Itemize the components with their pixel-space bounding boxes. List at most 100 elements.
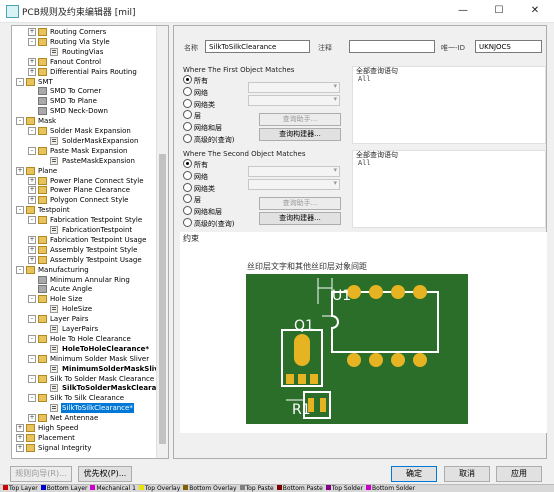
radio-circle-icon[interactable] xyxy=(183,86,192,96)
radio-label: 层 xyxy=(194,196,201,205)
folder-icon xyxy=(38,28,47,36)
tree-item-label: Polygon Connect Style xyxy=(50,196,129,205)
radio-label: 所有 xyxy=(194,77,208,85)
expand-icon[interactable]: + xyxy=(16,443,24,452)
rule-tree[interactable]: + Routing Corners - Routing Via Style Routin… xyxy=(11,25,169,459)
second-option-radio[interactable]: 网络类 xyxy=(183,182,215,193)
collapse-icon[interactable]: - xyxy=(28,374,36,383)
layer-color-swatch xyxy=(90,485,96,490)
second-option-radio[interactable]: 层 xyxy=(183,194,201,204)
rule-icon xyxy=(50,226,58,234)
expand-icon[interactable]: + xyxy=(28,67,36,76)
collapse-icon[interactable]: - xyxy=(16,117,24,126)
tree-scrollbar-thumb[interactable] xyxy=(159,154,166,444)
tree-item-label: Minimum Solder Mask Sliver xyxy=(50,354,150,363)
tree-item-label: Layer Pairs xyxy=(50,315,89,324)
radio-circle-icon[interactable] xyxy=(183,182,192,192)
radio-circle-icon[interactable] xyxy=(183,159,192,168)
radio-label: 网络类 xyxy=(194,184,215,193)
expand-icon[interactable]: + xyxy=(16,424,24,432)
first-netclass-combo[interactable] xyxy=(248,95,340,106)
tree-scrollbar[interactable] xyxy=(156,26,168,458)
tree-item-label: SMD To Corner xyxy=(50,87,102,96)
first-query-builder-button[interactable]: 查询构建器... xyxy=(259,128,341,141)
radio-label: 层 xyxy=(194,112,201,121)
second-full-query-box[interactable] xyxy=(352,150,546,228)
expand-icon[interactable]: + xyxy=(28,176,36,185)
first-option-radio[interactable]: 高级的(查询) xyxy=(183,134,234,144)
rule-type-icon xyxy=(38,97,47,106)
tree-item-label: Manufacturing xyxy=(38,265,89,274)
rule-wizard-button[interactable]: 规则向导(R)... xyxy=(10,466,72,482)
tree-item-label: SilkToSolderMaskClearance* xyxy=(62,384,169,393)
expand-icon[interactable]: + xyxy=(28,57,36,66)
radio-circle-icon[interactable] xyxy=(183,194,192,204)
collapse-icon[interactable]: - xyxy=(28,315,36,324)
first-option-radio[interactable]: 层 xyxy=(183,110,201,120)
second-netclass-combo[interactable] xyxy=(248,179,340,190)
folder-icon xyxy=(38,146,47,155)
first-full-query-box[interactable] xyxy=(352,66,546,144)
radio-circle-icon[interactable] xyxy=(183,218,192,227)
collapse-icon[interactable]: - xyxy=(28,334,36,343)
first-option-radio[interactable]: 所有 xyxy=(183,75,208,85)
minimize-button[interactable]: — xyxy=(446,0,480,22)
second-net-combo[interactable] xyxy=(248,166,340,177)
first-option-radio[interactable]: 网络 xyxy=(183,86,208,97)
radio-circle-icon[interactable] xyxy=(183,110,192,120)
close-button[interactable]: ✕ xyxy=(518,0,552,22)
expand-icon[interactable]: + xyxy=(28,255,36,264)
collapse-icon[interactable]: - xyxy=(28,394,36,403)
expand-icon[interactable]: + xyxy=(28,245,36,254)
second-option-radio[interactable]: 高级的(查询) xyxy=(183,218,234,228)
second-query-helper-button[interactable]: 查询助手... xyxy=(259,197,341,210)
collapse-icon[interactable]: - xyxy=(16,265,24,274)
unique-id-field[interactable]: UKNJOCS xyxy=(475,40,542,53)
radio-label: 网络类 xyxy=(194,100,215,109)
cancel-button[interactable]: 取消 xyxy=(444,466,490,482)
folder-icon xyxy=(26,117,35,126)
collapse-icon[interactable]: - xyxy=(28,37,36,46)
collapse-icon[interactable]: - xyxy=(16,77,24,86)
radio-circle-icon[interactable] xyxy=(183,122,192,132)
second-query-builder-button[interactable]: 查询构建器... xyxy=(259,212,341,225)
expand-icon[interactable]: + xyxy=(28,186,36,195)
second-option-radio[interactable]: 网络和层 xyxy=(183,206,222,216)
radio-circle-icon[interactable] xyxy=(183,170,192,180)
first-net-combo[interactable] xyxy=(248,82,340,93)
collapse-icon[interactable]: - xyxy=(28,216,36,225)
apply-button[interactable]: 应用 xyxy=(496,466,542,482)
maximize-button[interactable]: ☐ xyxy=(482,0,516,22)
expand-icon[interactable]: + xyxy=(28,235,36,244)
name-field[interactable]: SilkToSilkClearance xyxy=(205,40,310,53)
radio-circle-icon[interactable] xyxy=(183,134,192,143)
priorities-button[interactable]: 优先权(P)... xyxy=(78,466,132,482)
collapse-icon[interactable]: - xyxy=(28,295,36,304)
second-option-radio[interactable]: 所有 xyxy=(183,159,208,169)
radio-circle-icon[interactable] xyxy=(183,98,192,108)
folder-icon xyxy=(38,67,47,76)
expand-icon[interactable]: + xyxy=(28,28,36,36)
comment-field[interactable] xyxy=(349,40,435,53)
first-option-radio[interactable]: 网络类 xyxy=(183,98,215,109)
folder-icon xyxy=(26,265,35,274)
expand-icon[interactable]: + xyxy=(16,433,24,442)
first-query-helper-button[interactable]: 查询助手... xyxy=(259,113,341,126)
expand-icon[interactable]: + xyxy=(28,414,36,423)
collapse-icon[interactable]: - xyxy=(28,146,36,155)
first-option-radio[interactable]: 网络和层 xyxy=(183,122,222,132)
expand-icon[interactable]: + xyxy=(28,196,36,205)
radio-circle-icon[interactable] xyxy=(183,206,192,216)
expand-icon[interactable]: + xyxy=(16,166,24,175)
radio-circle-icon[interactable] xyxy=(183,75,192,84)
tree-item-label: SilkToSilkClearance* xyxy=(61,403,134,414)
ok-button[interactable]: 确定 xyxy=(391,466,437,482)
folder-icon xyxy=(38,374,47,383)
folder-icon xyxy=(38,414,47,423)
collapse-icon[interactable]: - xyxy=(16,206,24,215)
collapse-icon[interactable]: - xyxy=(28,127,36,135)
tree-item-label: HoleSize xyxy=(62,305,93,314)
second-option-radio[interactable]: 网络 xyxy=(183,170,208,181)
collapse-icon[interactable]: - xyxy=(28,354,36,363)
radio-label: 网络和层 xyxy=(194,124,222,133)
